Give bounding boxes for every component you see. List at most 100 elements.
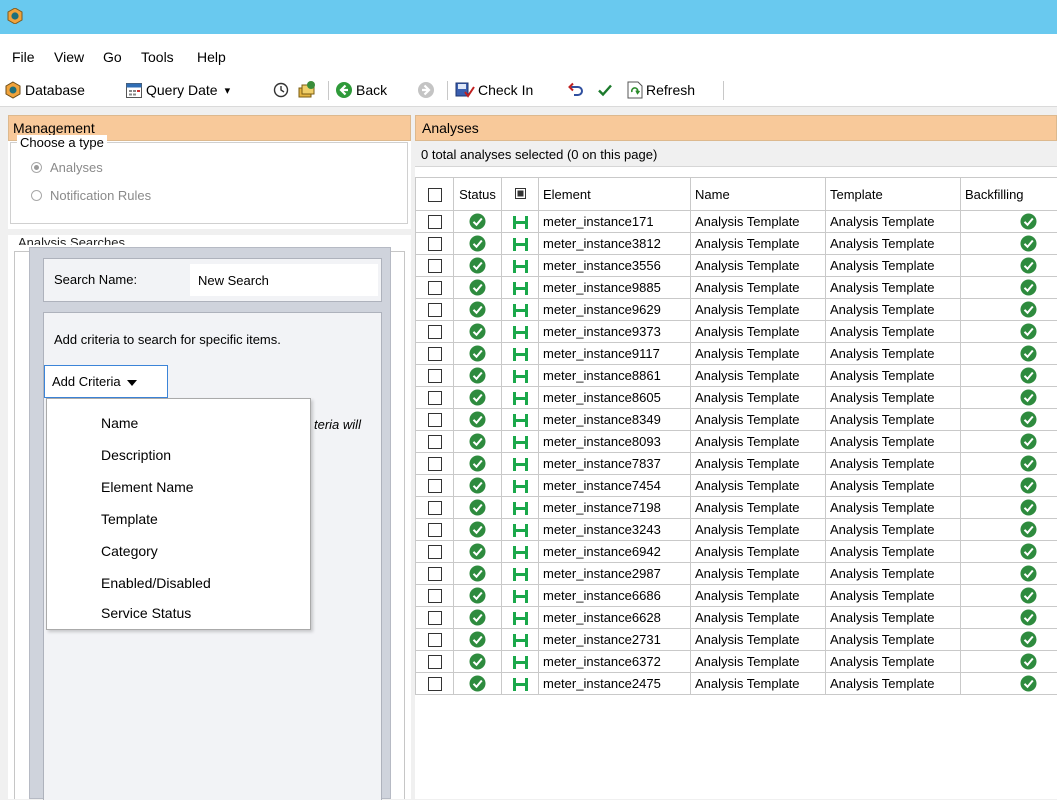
row-checkbox[interactable]	[416, 629, 454, 651]
criteria-option-service-status[interactable]: Service Status	[47, 597, 310, 629]
undo-check-out-button[interactable]	[567, 74, 585, 106]
criteria-option-description[interactable]: Description	[47, 439, 310, 471]
row-checkbox[interactable]	[416, 563, 454, 585]
backfilling-ok-icon	[1020, 477, 1037, 494]
menu-tools[interactable]: Tools	[137, 34, 178, 74]
element-cell: meter_instance2987	[539, 563, 691, 585]
column-header-status[interactable]: Status	[454, 178, 502, 211]
table-row[interactable]: meter_instance2731Analysis TemplateAnaly…	[416, 629, 1057, 651]
row-checkbox[interactable]	[416, 255, 454, 277]
row-checkbox[interactable]	[416, 343, 454, 365]
table-header-row: Status Element Name Template Backfilling	[416, 178, 1057, 211]
menu-help[interactable]: Help	[193, 34, 230, 74]
table-row[interactable]: meter_instance8861Analysis TemplateAnaly…	[416, 365, 1057, 387]
row-checkbox[interactable]	[416, 431, 454, 453]
element-icon	[512, 369, 529, 384]
row-checkbox[interactable]	[416, 211, 454, 233]
row-checkbox[interactable]	[416, 651, 454, 673]
element-type-cell	[502, 541, 539, 563]
row-checkbox[interactable]	[416, 453, 454, 475]
criteria-hint-text: teria will	[314, 417, 361, 432]
table-row[interactable]: meter_instance171Analysis TemplateAnalys…	[416, 211, 1057, 233]
menu-go[interactable]: Go	[99, 34, 126, 74]
table-row[interactable]: meter_instance2987Analysis TemplateAnaly…	[416, 563, 1057, 585]
table-row[interactable]: meter_instance6628Analysis TemplateAnaly…	[416, 607, 1057, 629]
element-type-cell	[502, 629, 539, 651]
query-date-button[interactable]: Query Date ▾	[125, 74, 230, 106]
table-row[interactable]: meter_instance8093Analysis TemplateAnaly…	[416, 431, 1057, 453]
template-cell: Analysis Template	[826, 475, 961, 497]
column-header-name[interactable]: Name	[691, 178, 826, 211]
history-button[interactable]	[273, 74, 289, 106]
criteria-option-name[interactable]: Name	[47, 407, 310, 439]
radio-analyses[interactable]: Analyses	[31, 160, 103, 175]
row-checkbox[interactable]	[416, 233, 454, 255]
refresh-button[interactable]: Refresh	[627, 74, 695, 106]
status-cell	[454, 233, 502, 255]
row-checkbox[interactable]	[416, 365, 454, 387]
table-row[interactable]: meter_instance8349Analysis TemplateAnaly…	[416, 409, 1057, 431]
column-header-element[interactable]: Element	[539, 178, 691, 211]
row-checkbox[interactable]	[416, 541, 454, 563]
row-checkbox[interactable]	[416, 387, 454, 409]
column-header-backfilling[interactable]: Backfilling	[961, 178, 1057, 211]
table-row[interactable]: meter_instance7198Analysis TemplateAnaly…	[416, 497, 1057, 519]
table-row[interactable]: meter_instance6942Analysis TemplateAnaly…	[416, 541, 1057, 563]
table-row[interactable]: meter_instance3556Analysis TemplateAnaly…	[416, 255, 1057, 277]
table-row[interactable]: meter_instance6372Analysis TemplateAnaly…	[416, 651, 1057, 673]
add-criteria-button[interactable]: Add Criteria	[44, 365, 168, 398]
table-row[interactable]: meter_instance9373Analysis TemplateAnaly…	[416, 321, 1057, 343]
criteria-option-template[interactable]: Template	[47, 503, 310, 535]
element-cell: meter_instance8861	[539, 365, 691, 387]
row-checkbox[interactable]	[416, 497, 454, 519]
menu-file[interactable]: File	[8, 34, 39, 74]
criteria-option-category[interactable]: Category	[47, 535, 310, 567]
element-icon	[512, 413, 529, 428]
table-row[interactable]: meter_instance9117Analysis TemplateAnaly…	[416, 343, 1057, 365]
status-ok-icon	[469, 433, 486, 450]
table-row[interactable]: meter_instance9629Analysis TemplateAnaly…	[416, 299, 1057, 321]
back-button[interactable]: Back	[335, 74, 387, 106]
table-row[interactable]: meter_instance6686Analysis TemplateAnaly…	[416, 585, 1057, 607]
row-checkbox[interactable]	[416, 277, 454, 299]
backfilling-cell	[961, 343, 1057, 365]
chevron-down-icon[interactable]: ▾	[225, 84, 231, 97]
table-row[interactable]: meter_instance7454Analysis TemplateAnaly…	[416, 475, 1057, 497]
table-row[interactable]: meter_instance8605Analysis TemplateAnaly…	[416, 387, 1057, 409]
row-checkbox[interactable]	[416, 519, 454, 541]
criteria-option-element-name[interactable]: Element Name	[47, 471, 310, 503]
criteria-option-enabled-disabled[interactable]: Enabled/Disabled	[47, 567, 310, 599]
column-header-template[interactable]: Template	[826, 178, 961, 211]
row-checkbox[interactable]	[416, 585, 454, 607]
row-checkbox[interactable]	[416, 409, 454, 431]
table-row[interactable]: meter_instance3243Analysis TemplateAnaly…	[416, 519, 1057, 541]
status-ok-icon	[469, 235, 486, 252]
search-history-button[interactable]	[297, 74, 317, 106]
table-row[interactable]: meter_instance2475Analysis TemplateAnaly…	[416, 673, 1057, 695]
column-header-type[interactable]	[502, 178, 539, 211]
row-checkbox[interactable]	[416, 299, 454, 321]
element-icon	[512, 523, 529, 538]
backfilling-ok-icon	[1020, 213, 1037, 230]
select-all-checkbox[interactable]	[416, 178, 454, 211]
table-row[interactable]: meter_instance3812Analysis TemplateAnaly…	[416, 233, 1057, 255]
menu-view[interactable]: View	[50, 34, 88, 74]
check-in-button[interactable]: Check In	[455, 74, 533, 106]
forward-button[interactable]	[417, 74, 435, 106]
database-button[interactable]: Database	[4, 74, 85, 106]
analyses-panel: Analyses 0 total analyses selected (0 on…	[415, 115, 1057, 799]
backfilling-cell	[961, 519, 1057, 541]
radio-notification-rules[interactable]: Notification Rules	[31, 188, 151, 203]
row-checkbox[interactable]	[416, 321, 454, 343]
row-checkbox[interactable]	[416, 475, 454, 497]
table-row[interactable]: meter_instance7837Analysis TemplateAnaly…	[416, 453, 1057, 475]
status-ok-icon	[469, 477, 486, 494]
element-cell: meter_instance9373	[539, 321, 691, 343]
search-name-input[interactable]	[190, 264, 378, 296]
table-row[interactable]: meter_instance9885Analysis TemplateAnaly…	[416, 277, 1057, 299]
row-checkbox[interactable]	[416, 673, 454, 695]
row-checkbox[interactable]	[416, 607, 454, 629]
apply-button[interactable]	[597, 74, 613, 106]
status-cell	[454, 387, 502, 409]
backfilling-ok-icon	[1020, 411, 1037, 428]
